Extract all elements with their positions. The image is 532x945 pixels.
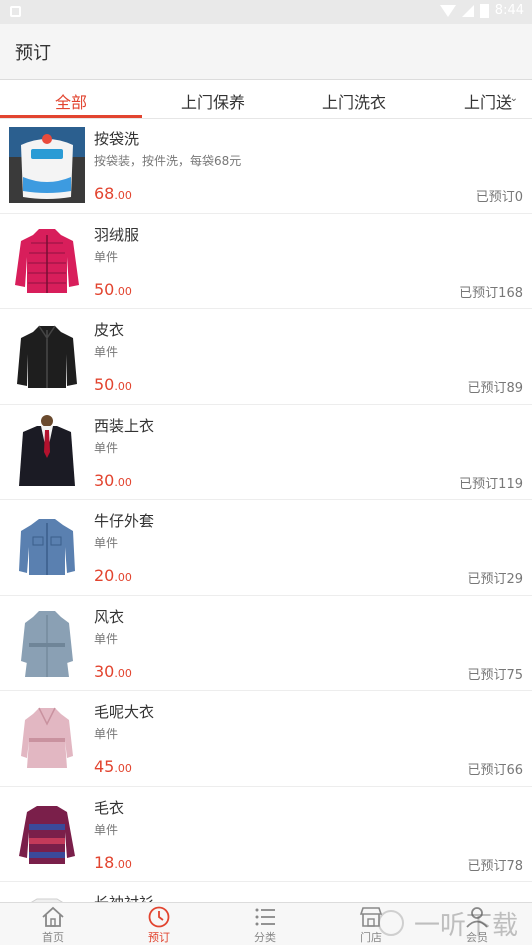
watermark: 一听下载 <box>378 902 518 944</box>
booked-count: 已预订78 <box>467 858 523 874</box>
nav-booking[interactable]: 预订 <box>106 903 212 945</box>
price-integer: 30 <box>94 470 115 490</box>
item-price: 30.00 <box>94 471 132 490</box>
status-bar: 8:44 <box>0 0 532 24</box>
item-name: 按袋洗 <box>94 130 140 148</box>
booked-count: 已预订89 <box>467 381 523 396</box>
notification-icon <box>10 6 21 17</box>
item-price: 18.00 <box>94 853 132 872</box>
item-name: 牛仔外套 <box>94 512 155 530</box>
clock-icon <box>148 906 170 928</box>
item-price: 50.00 <box>94 280 132 299</box>
tab-all[interactable]: 全部 <box>55 89 87 113</box>
nav-category[interactable]: 分类 <box>212 903 318 945</box>
nav-home[interactable]: 首页 <box>0 903 106 945</box>
tab-home-delivery[interactable]: 上门送 <box>464 89 512 113</box>
nav-label: 预订 <box>148 931 170 944</box>
laundry-bag-icon <box>9 127 85 203</box>
watermark-text: 一听下载 <box>414 910 519 941</box>
item-desc: 单件 <box>94 345 119 359</box>
item-desc: 单件 <box>94 249 119 264</box>
price-integer: 20 <box>94 566 115 585</box>
status-icons: 8:44 <box>439 3 524 18</box>
item-desc: 单件 <box>94 440 119 455</box>
chevron-down-icon[interactable]: ⌄ <box>510 93 518 104</box>
down-jacket-icon <box>9 222 85 299</box>
item-name: 长袖衬衫 <box>94 892 154 902</box>
list-item[interactable]: 毛呢大衣 单件 45.00 已预订66 <box>0 691 532 787</box>
leather-jacket-icon <box>9 318 85 394</box>
home-icon <box>42 906 64 927</box>
page-title: 预订 <box>15 43 51 64</box>
price-integer: 50 <box>94 375 115 394</box>
wool-coat-icon <box>9 700 85 776</box>
item-price: 45.00 <box>94 757 132 776</box>
item-name: 毛呢大衣 <box>94 703 155 721</box>
list-item[interactable]: 羽绒服 单件 50.00 已预订168 <box>0 214 532 309</box>
list-item[interactable]: 风衣 单件 30.00 已预订75 <box>0 596 532 691</box>
list-item[interactable]: 按袋洗 按袋装，按件洗，每袋68元 68.00 已预订0 <box>0 118 532 214</box>
price-integer: 30 <box>94 661 115 681</box>
list-item[interactable]: 牛仔外套 单件 20.00 已预订29 <box>0 500 532 596</box>
app-bar: 预订 <box>0 24 532 80</box>
list-item[interactable]: 西装上衣 单件 30.00 已预订119 <box>0 405 532 500</box>
price-decimal: .00 <box>114 571 132 584</box>
suit-jacket-icon <box>9 413 85 490</box>
price-decimal: .00 <box>114 666 132 680</box>
booked-count: 已预订66 <box>467 763 523 778</box>
item-name: 羽绒服 <box>94 225 140 244</box>
booked-count: 已预订75 <box>467 667 523 683</box>
booked-count: 已预订119 <box>459 476 523 492</box>
item-price: 68.00 <box>94 184 132 203</box>
item-desc: 按袋装，按件洗，每袋68元 <box>94 154 242 168</box>
item-name: 皮衣 <box>94 321 125 339</box>
booked-count: 已预订168 <box>459 285 523 301</box>
price-integer: 45 <box>94 757 115 776</box>
tab-home-maintenance[interactable]: 上门保养 <box>181 89 245 113</box>
price-integer: 50 <box>94 279 115 299</box>
price-integer: 68 <box>94 184 115 203</box>
item-price: 50.00 <box>94 375 132 394</box>
list-item[interactable]: 皮衣 单件 50.00 已预订89 <box>0 309 532 405</box>
category-tabs: 全部 上门保养 上门洗衣 上门送 ⌄ <box>0 80 532 119</box>
list-item[interactable]: 长袖衬衫 <box>0 882 532 902</box>
item-price: 30.00 <box>94 662 132 681</box>
watermark-logo-icon <box>378 910 404 936</box>
status-time: 8:44 <box>494 3 524 18</box>
item-desc: 单件 <box>94 631 119 646</box>
booked-count: 已预订0 <box>475 190 523 205</box>
sweater-icon <box>9 795 85 872</box>
wifi-icon <box>439 4 456 17</box>
item-name: 风衣 <box>94 607 125 626</box>
price-decimal: .00 <box>114 762 132 775</box>
nav-label: 首页 <box>42 931 64 944</box>
item-name: 毛衣 <box>94 798 125 817</box>
shirt-icon <box>9 891 85 902</box>
price-decimal: .00 <box>114 380 132 393</box>
item-desc: 单件 <box>94 536 119 550</box>
denim-jacket-icon <box>9 509 85 585</box>
list-icon <box>255 908 275 926</box>
signal-icon <box>461 4 474 17</box>
tab-home-laundry[interactable]: 上门洗衣 <box>322 89 386 113</box>
battery-icon <box>479 3 489 18</box>
price-decimal: .00 <box>114 189 132 202</box>
trench-coat-icon <box>9 604 85 681</box>
nav-label: 分类 <box>254 931 276 944</box>
list-item[interactable]: 毛衣 单件 18.00 已预订78 <box>0 787 532 882</box>
item-price: 20.00 <box>94 566 132 585</box>
price-decimal: .00 <box>114 475 132 489</box>
product-list: 按袋洗 按袋装，按件洗，每袋68元 68.00 已预订0 羽绒服 单件 50.0… <box>0 118 532 902</box>
price-decimal: .00 <box>114 857 132 871</box>
booked-count: 已预订29 <box>467 572 523 587</box>
item-name: 西装上衣 <box>94 416 155 435</box>
item-desc: 单件 <box>94 727 119 741</box>
price-integer: 18 <box>94 852 115 872</box>
item-desc: 单件 <box>94 822 119 837</box>
price-decimal: .00 <box>114 284 132 298</box>
